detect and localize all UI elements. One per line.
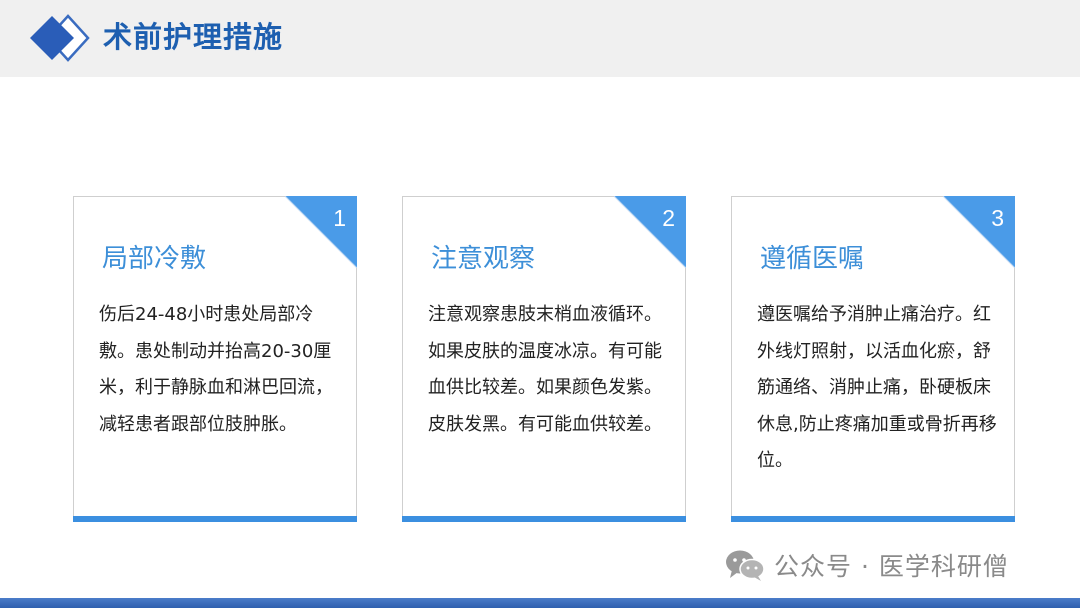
card-accent-bar (73, 516, 357, 522)
corner-triangle-icon (943, 196, 1015, 268)
card-body: 遵医嘱给予消肿止痛治疗。红外线灯照射，以活血化瘀，舒筋通络、消肿止痛，卧硬板床休… (757, 304, 997, 471)
card-heading: 注意观察 (431, 244, 536, 274)
card-1: 1 局部冷敷 伤后24-48小时患处局部冷敷。患处制动并抬高20-30厘米，利于… (73, 196, 357, 522)
wechat-icon (726, 550, 765, 581)
watermark-text: 公众号 · 医学科研僧 (774, 552, 1009, 581)
card-2: 2 注意观察 注意观察患肢末梢血液循环。如果皮肤的温度冰凉。有可能血供比较差。如… (402, 196, 686, 522)
footer-bar (0, 598, 1080, 608)
card-number: 3 (991, 205, 1004, 231)
page-title: 术前护理措施 (103, 20, 284, 54)
card-heading: 遵循医嘱 (760, 244, 865, 274)
card-number: 2 (662, 205, 675, 231)
card-accent-bar (402, 516, 686, 522)
card-number: 1 (333, 205, 346, 231)
card-accent-bar (731, 516, 1015, 522)
corner-triangle-icon (285, 196, 357, 268)
corner-triangle-icon (614, 196, 686, 268)
card-body: 伤后24-48小时患处局部冷敷。患处制动并抬高20-30厘米，利于静脉血和淋巴回… (99, 304, 333, 435)
card-body: 注意观察患肢末梢血液循环。如果皮肤的温度冰凉。有可能血供比较差。如果颜色发紫。皮… (428, 304, 662, 435)
watermark: 公众号 · 医学科研僧 (724, 545, 1009, 585)
header-bar: 术前护理措施 (0, 0, 1080, 77)
diamond-logo-icon (30, 14, 90, 62)
card-heading: 局部冷敷 (102, 244, 207, 274)
card-3: 3 遵循医嘱 遵医嘱给予消肿止痛治疗。红外线灯照射，以活血化瘀，舒筋通络、消肿止… (731, 196, 1015, 522)
